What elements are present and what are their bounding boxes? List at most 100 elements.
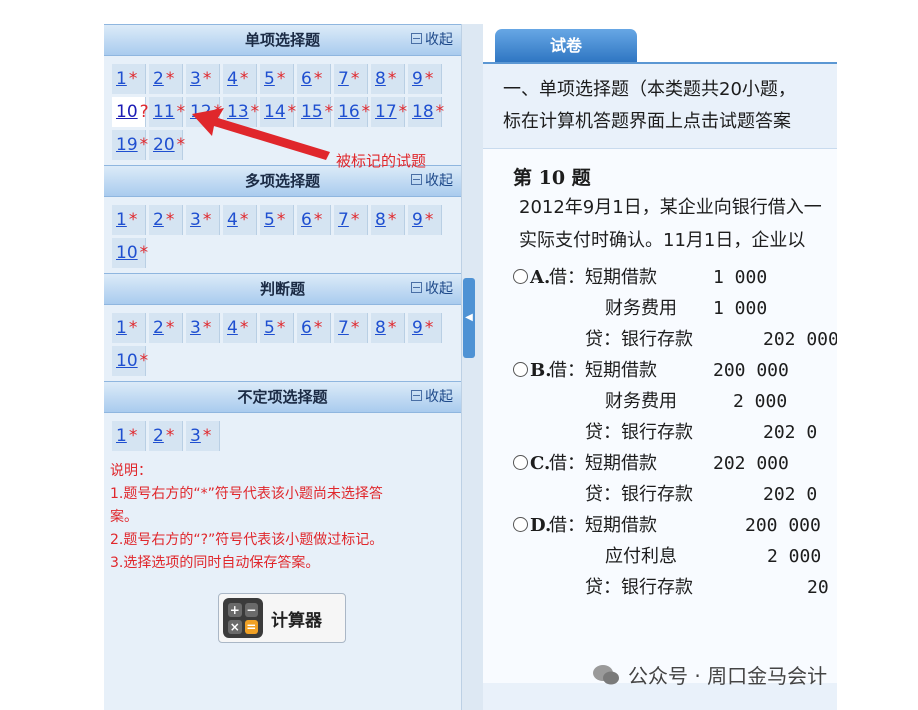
question-link[interactable]: 2 *	[149, 421, 183, 451]
question-number: 4	[227, 318, 238, 338]
answer-option-line: 财务费用 2 000	[513, 386, 837, 417]
radio-button[interactable]	[513, 454, 528, 470]
question-status-mark: *	[165, 69, 175, 89]
question-link[interactable]: 2 *	[149, 313, 183, 343]
question-link[interactable]: 3 *	[186, 313, 220, 343]
question-link[interactable]: 3 *	[186, 205, 220, 235]
question-link[interactable]: 8 *	[371, 205, 405, 235]
entry-account: 财务费用	[605, 298, 677, 319]
tab-exam-paper[interactable]: 试卷	[495, 29, 637, 62]
question-link[interactable]: 10 *	[112, 238, 149, 268]
tab-bar: 试卷	[483, 24, 837, 64]
calculator-button[interactable]: + − × = 计算器	[218, 593, 346, 643]
question-link[interactable]: 7 *	[334, 313, 368, 343]
instructions: 说明： 1.题号右方的“*”符号代表该小题尚未选择答 案。 2.题号右方的“?”…	[104, 456, 461, 579]
answer-option[interactable]: C. 借：短期借款 202 000	[513, 448, 837, 479]
entry-account: 财务费用	[605, 391, 677, 412]
question-link[interactable]: 9 *	[408, 313, 442, 343]
question-link[interactable]: 20 *	[149, 130, 185, 160]
radio-button[interactable]	[513, 361, 528, 377]
question-link[interactable]: 10?	[112, 97, 149, 127]
entry-account: 借：短期借款	[549, 453, 657, 474]
question-link[interactable]: 7 *	[334, 64, 368, 94]
question-number: 2	[153, 426, 164, 446]
question-link[interactable]: 3 *	[186, 421, 220, 451]
question-status-mark: *	[165, 426, 175, 446]
question-title: 第 10 题	[513, 167, 591, 189]
question-link[interactable]: 6 *	[297, 313, 331, 343]
question-status-mark: *	[239, 210, 249, 230]
question-number: 7	[338, 318, 349, 338]
question-link[interactable]: 8 *	[371, 64, 405, 94]
question-number: 19	[116, 135, 138, 155]
question-link[interactable]: 1 *	[112, 313, 146, 343]
question-status-mark: *	[313, 210, 323, 230]
answer-option-line: 贷：银行存款 202 000	[513, 324, 837, 355]
calculator-label: 计算器	[271, 610, 322, 631]
question-number: 17	[375, 102, 397, 122]
question-link[interactable]: 4 *	[223, 313, 257, 343]
question-link[interactable]: 2 *	[149, 64, 183, 94]
entry-amount: 200 000	[745, 515, 821, 536]
question-link[interactable]: 18 *	[408, 97, 444, 127]
question-link[interactable]: 1 *	[112, 205, 146, 235]
question-link[interactable]: 19 *	[112, 130, 148, 160]
question-link[interactable]: 6 *	[297, 64, 331, 94]
question-link[interactable]: 3 *	[186, 64, 220, 94]
question-link[interactable]: 1 *	[112, 64, 146, 94]
entry-account: 借：短期借款	[549, 360, 657, 381]
question-link[interactable]: 17 *	[371, 97, 407, 127]
collapse-button[interactable]: 收起	[411, 274, 453, 304]
question-status-mark: *	[424, 318, 434, 338]
collapse-panel-handle[interactable]: ◀	[463, 278, 475, 358]
question-link[interactable]: 2 *	[149, 205, 183, 235]
question-number: 10	[116, 351, 138, 371]
question-link[interactable]: 4 *	[223, 64, 257, 94]
question-number: 1	[116, 426, 127, 446]
collapse-button[interactable]: 收起	[411, 382, 453, 412]
question-link[interactable]: 8 *	[371, 313, 405, 343]
question-link[interactable]: 7 *	[334, 205, 368, 235]
intro-line: 标在计算机答题界面上点击试题答案	[503, 111, 791, 132]
section-title: 不定项选择题	[237, 388, 328, 406]
answer-option-line: 应付利息 2 000	[513, 541, 837, 572]
question-link[interactable]: 9 *	[408, 64, 442, 94]
question-number: 8	[375, 210, 386, 230]
radio-button[interactable]	[513, 516, 528, 532]
question-link[interactable]: 1 *	[112, 421, 146, 451]
question-number: 20	[153, 135, 175, 155]
question-link[interactable]: 5 *	[260, 64, 294, 94]
answer-option[interactable]: A. 借：短期借款 1 000	[513, 262, 837, 293]
answer-option-line: 贷：银行存款 202 0	[513, 479, 837, 510]
entry-account: 应付利息	[605, 546, 677, 567]
question-link[interactable]: 9 *	[408, 205, 442, 235]
instruction-line: 3.选择选项的同时自动保存答案。	[110, 555, 320, 571]
collapse-button[interactable]: 收起	[411, 25, 453, 55]
question-number: 18	[412, 102, 434, 122]
answer-options: A. 借：短期借款 1 000 财务费用 1 000 贷：银行存款 202 000 B. 借：短…	[513, 262, 837, 603]
question-number: 7	[338, 210, 349, 230]
question-status-mark: *	[313, 69, 323, 89]
answer-option-line: 贷：银行存款 20	[513, 572, 837, 603]
section-header-indefinite-choice: 不定项选择题 收起	[104, 381, 461, 413]
question-number: 3	[190, 210, 201, 230]
instruction-line: 2.题号右方的“?”符号代表该小题做过标记。	[110, 532, 384, 548]
question-status-mark: *	[139, 243, 149, 263]
entry-amount: 202 000	[713, 453, 789, 474]
question-link[interactable]: 11 *	[149, 97, 185, 127]
radio-button[interactable]	[513, 268, 528, 284]
instruction-line: 案。	[110, 509, 138, 525]
entry-amount: 1 000	[713, 267, 768, 288]
question-link[interactable]: 10 *	[112, 346, 148, 376]
question-link[interactable]: 5 *	[260, 313, 294, 343]
question-link[interactable]: 6 *	[297, 205, 331, 235]
question-box: 第 10 题 2012年9月1日，某企业向银行借入一 实际支付时确认。11月1日…	[483, 148, 837, 683]
question-number: 7	[338, 69, 349, 89]
section-title: 判断题	[259, 280, 305, 298]
question-link[interactable]: 5 *	[260, 205, 294, 235]
answer-option[interactable]: B. 借：短期借款 200 000	[513, 355, 837, 386]
question-number: 4	[227, 69, 238, 89]
question-link[interactable]: 4 *	[223, 205, 257, 235]
answer-option[interactable]: D. 借：短期借款 200 000	[513, 510, 837, 541]
question-number: 2	[153, 69, 164, 89]
